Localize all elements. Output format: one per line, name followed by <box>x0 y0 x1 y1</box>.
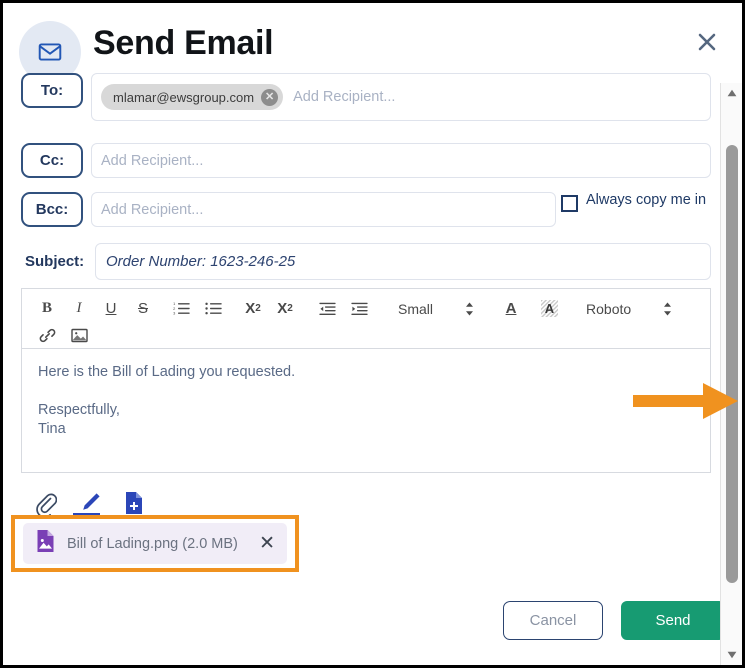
bcc-field[interactable]: Add Recipient... <box>91 192 556 227</box>
scroll-up-icon[interactable] <box>721 83 742 103</box>
bcc-field-label[interactable]: Bcc: <box>21 192 83 227</box>
svg-text:A: A <box>544 301 554 316</box>
image-file-icon <box>35 529 57 558</box>
scrollbar-track[interactable] <box>721 103 742 645</box>
indent-icon[interactable] <box>346 297 372 321</box>
rich-text-editor: B I U S 1 2 3 X 2 X 2 Small A A Roboto H… <box>21 288 711 473</box>
cancel-button[interactable]: Cancel <box>503 601 603 640</box>
attach-file-icon[interactable] <box>33 489 59 515</box>
font-family-stepper-icon[interactable] <box>663 302 672 316</box>
attachment-actions <box>33 489 147 515</box>
subscript-digit: 2 <box>255 303 261 314</box>
font-size-stepper-icon[interactable] <box>465 302 474 316</box>
font-size-value: Small <box>398 300 434 317</box>
bold-button[interactable]: B <box>34 297 60 321</box>
superscript-letter: X <box>277 300 288 317</box>
send-email-dialog: Send Email To: mlamar@ewsgroup.com ✕ Add… <box>3 3 742 665</box>
always-copy-me-in-option[interactable]: Always copy me in <box>561 192 711 212</box>
attachment-item[interactable]: Bill of Lading.png (2.0 MB) ✕ <box>23 523 287 564</box>
to-field-label[interactable]: To: <box>21 73 83 108</box>
font-color-icon[interactable]: A <box>498 297 524 321</box>
superscript-digit: 2 <box>287 303 293 314</box>
annotation-arrow-icon <box>633 383 738 419</box>
editor-toolbar: B I U S 1 2 3 X 2 X 2 Small A A Roboto <box>22 289 710 349</box>
underline-button[interactable]: U <box>98 297 124 321</box>
email-body[interactable]: Here is the Bill of Lading you requested… <box>22 349 710 453</box>
font-family-value: Roboto <box>586 300 632 317</box>
cc-field[interactable]: Add Recipient... <box>91 143 711 178</box>
ordered-list-icon[interactable]: 1 2 3 <box>168 297 194 321</box>
recipient-chip-label: mlamar@ewsgroup.com <box>113 89 255 105</box>
subject-label: Subject: <box>25 253 85 270</box>
highlight-color-icon[interactable]: A <box>536 297 562 321</box>
signature-icon[interactable] <box>77 489 103 515</box>
to-field[interactable]: mlamar@ewsgroup.com ✕ Add Recipient... <box>91 73 711 121</box>
attachment-name: Bill of Lading.png (2.0 MB) <box>67 535 238 552</box>
subscript-letter: X <box>245 300 256 317</box>
recipient-chip[interactable]: mlamar@ewsgroup.com ✕ <box>101 84 284 110</box>
always-copy-checkbox[interactable] <box>561 195 578 212</box>
cc-input-placeholder[interactable]: Add Recipient... <box>101 153 203 169</box>
font-family-select[interactable]: Roboto <box>586 301 631 317</box>
send-button[interactable]: Send <box>621 601 725 640</box>
always-copy-label: Always copy me in <box>586 192 707 208</box>
subject-value[interactable]: Order Number: 1623-246-25 <box>106 253 295 270</box>
body-line-1: Here is the Bill of Lading you requested… <box>38 364 296 380</box>
close-icon[interactable] <box>689 24 725 60</box>
image-icon[interactable] <box>66 324 92 348</box>
subscript-button[interactable]: X2 <box>240 297 266 321</box>
body-line-3: Tina <box>38 421 66 437</box>
link-icon[interactable] <box>34 324 60 348</box>
outdent-icon[interactable] <box>314 297 340 321</box>
italic-button[interactable]: I <box>66 297 92 321</box>
remove-recipient-icon[interactable]: ✕ <box>261 88 279 106</box>
scrollbar-thumb[interactable] <box>726 145 738 583</box>
page-title: Send Email <box>93 24 274 62</box>
scroll-down-icon[interactable] <box>721 645 742 665</box>
bullet-list-icon[interactable] <box>200 297 226 321</box>
body-line-2: Respectfully, <box>38 402 120 418</box>
svg-text:3: 3 <box>173 311 176 316</box>
to-input-placeholder[interactable]: Add Recipient... <box>293 89 395 105</box>
remove-attachment-icon[interactable]: ✕ <box>259 534 275 553</box>
add-document-icon[interactable] <box>121 489 147 515</box>
dialog-header: Send Email <box>3 3 742 83</box>
font-size-select[interactable]: Small <box>398 301 433 317</box>
strikethrough-button[interactable]: S <box>130 297 156 321</box>
superscript-button[interactable]: X2 <box>272 297 298 321</box>
vertical-scrollbar[interactable] <box>720 83 742 665</box>
subject-field[interactable]: Order Number: 1623-246-25 <box>95 243 711 280</box>
cc-field-label[interactable]: Cc: <box>21 143 83 178</box>
bcc-input-placeholder[interactable]: Add Recipient... <box>101 202 203 218</box>
